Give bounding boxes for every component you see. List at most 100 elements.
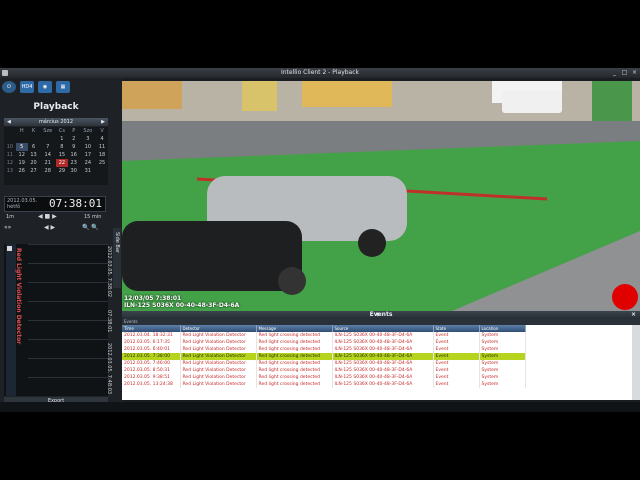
playback-title: Playback xyxy=(33,102,79,112)
detector-label: Red Light Violation Detector xyxy=(15,248,22,345)
grid-layout-icon[interactable]: ▦ xyxy=(56,81,70,93)
calendar-day[interactable]: 31 xyxy=(80,167,96,175)
speed-right[interactable]: 15 min xyxy=(84,214,101,220)
table-cell: System xyxy=(479,367,526,374)
prev-month-icon[interactable]: ◀ xyxy=(7,118,11,126)
calendar-day[interactable]: 3 xyxy=(80,135,96,143)
timeline-time-c: 2012.03.05. 7:48:03 xyxy=(106,343,112,395)
table-cell: Red Light Violation Detector xyxy=(180,374,257,381)
calendar-day[interactable]: 19 xyxy=(16,159,28,167)
events-header[interactable]: ▼ Events × xyxy=(122,311,640,319)
calendar-header: ◀ március 2012 ▶ xyxy=(4,118,108,126)
table-cell: Red light crossing detected xyxy=(256,381,333,388)
hd-button[interactable]: HD4 xyxy=(20,81,34,93)
calendar-day[interactable]: 17 xyxy=(80,151,96,159)
calendar-day[interactable]: 16 xyxy=(68,151,80,159)
speed-left[interactable]: 1m xyxy=(6,214,14,220)
rewind-icon[interactable]: «» xyxy=(4,224,11,231)
calendar-day[interactable]: 27 xyxy=(28,167,40,175)
calendar-day[interactable]: 5 xyxy=(15,143,28,151)
next-month-icon[interactable]: ▶ xyxy=(101,118,105,126)
calendar-day[interactable]: 22 xyxy=(55,159,68,167)
timeline-checks xyxy=(7,246,13,386)
calendar-day[interactable]: 11 xyxy=(96,143,108,151)
week-number xyxy=(4,135,16,143)
table-cell: Red light crossing detected xyxy=(256,346,333,353)
table-cell: Event xyxy=(433,339,480,346)
weekday-label: Sze xyxy=(43,128,53,134)
table-row[interactable]: 2012.03.05. 13:24:38 Red Light Violation … xyxy=(122,381,526,388)
power-icon[interactable]: ⏻ xyxy=(2,81,16,93)
calendar-day xyxy=(39,135,55,143)
column-header[interactable]: Detector xyxy=(180,325,257,332)
calendar-day[interactable]: 12 xyxy=(16,151,28,159)
column-header[interactable]: Message xyxy=(256,325,333,332)
table-cell: Event xyxy=(433,346,480,353)
table-cell: 2012.03.05. 7:38:00 xyxy=(122,353,181,360)
table-row[interactable]: 2012.03.05. 7:46:00 Red Light Violation D… xyxy=(122,360,526,367)
calendar-day[interactable]: 6 xyxy=(28,143,40,151)
table-cell: System xyxy=(479,360,526,367)
calendar-day[interactable]: 30 xyxy=(68,167,80,175)
calendar-day[interactable]: 25 xyxy=(96,159,108,167)
calendar-day[interactable]: 10 xyxy=(80,143,96,151)
table-row[interactable]: 2012.03.05. 8:50:31 Red Light Violation D… xyxy=(122,367,526,374)
calendar-day[interactable]: 15 xyxy=(56,151,68,159)
step-back-icon[interactable]: ◀ xyxy=(38,213,43,220)
calendar-day[interactable]: 18 xyxy=(96,151,108,159)
calendar-day[interactable]: 28 xyxy=(39,167,55,175)
column-header[interactable]: State xyxy=(433,325,480,332)
timeline[interactable]: Red Light Violation Detector xyxy=(4,244,108,396)
scrollbar[interactable] xyxy=(632,325,640,400)
calendar-day[interactable]: 4 xyxy=(96,135,108,143)
calendar-day[interactable]: 2 xyxy=(68,135,80,143)
calendar-day[interactable]: 1 xyxy=(56,135,68,143)
table-cell: ILN-125 S036X 00-40-48-3F-D4-6A xyxy=(332,346,434,353)
column-header[interactable]: Location xyxy=(479,325,526,332)
calendar-day xyxy=(96,167,108,175)
frame-controls[interactable]: ◀ ▶ xyxy=(44,224,55,231)
date-text: 2012.03.05. hétfő xyxy=(7,198,38,210)
table-cell: Event xyxy=(433,374,480,381)
close-icon[interactable]: × xyxy=(631,311,636,319)
close-button[interactable]: × xyxy=(630,69,639,76)
step-forward-icon[interactable]: ▶ xyxy=(52,213,57,220)
table-row[interactable]: 2012.03.05. 9:38:51 Red Light Violation D… xyxy=(122,374,526,381)
calendar-day[interactable]: 21 xyxy=(39,159,55,167)
calendar-day[interactable]: 7 xyxy=(39,143,55,151)
table-cell: 2012.03.05. 13:24:38 xyxy=(122,381,181,388)
table-cell: Red light crossing detected xyxy=(256,332,333,339)
eye-icon[interactable]: ◉ xyxy=(38,81,52,93)
channel-checkbox[interactable] xyxy=(7,246,12,251)
calendar-day[interactable]: 29 xyxy=(56,167,68,175)
calendar-day[interactable]: 24 xyxy=(80,159,96,167)
table-row[interactable]: 2012.03.05. 7:38:00 Red Light Violation D… xyxy=(122,353,526,360)
column-header[interactable]: Source xyxy=(332,325,434,332)
calendar-day[interactable]: 8 xyxy=(56,143,68,151)
minimize-button[interactable]: _ xyxy=(610,69,619,76)
calendar-day[interactable]: 9 xyxy=(68,143,80,151)
side-bar-toggle[interactable]: Side Bar xyxy=(113,228,121,288)
calendar-day[interactable]: 13 xyxy=(28,151,40,159)
calendar-day[interactable]: 20 xyxy=(28,159,40,167)
table-cell: ILN-125 S036X 00-40-48-3F-D4-6A xyxy=(332,367,434,374)
table-cell: 2012.03.05. 6:17:35 xyxy=(122,339,181,346)
calendar-day[interactable]: 14 xyxy=(39,151,55,159)
calendar-day[interactable]: 26 xyxy=(16,167,28,175)
collapse-icon[interactable]: ▼ xyxy=(376,311,380,319)
record-indicator-icon xyxy=(612,284,638,310)
column-header[interactable]: Time xyxy=(122,325,181,332)
table-row[interactable]: 2012.03.05. 6:40:01 Red Light Violation D… xyxy=(122,346,526,353)
table-row[interactable]: 2012.03.04. 18:32:31 Red Light Violation … xyxy=(122,332,526,339)
video-view[interactable]: 12/03/05 7:38:01 ILN-125 S036X 00-40-48-… xyxy=(122,81,640,311)
table-cell: 2012.03.04. 18:32:31 xyxy=(122,332,181,339)
table-row[interactable]: 2012.03.05. 6:17:35 Red Light Violation D… xyxy=(122,339,526,346)
stop-icon[interactable]: ■ xyxy=(45,213,51,220)
zoom-icons[interactable]: 🔍 🔍 xyxy=(82,224,99,231)
status-bar xyxy=(0,402,640,412)
table-cell: Red Light Violation Detector xyxy=(180,332,257,339)
calendar-day xyxy=(16,135,28,143)
table-cell: Event xyxy=(433,367,480,374)
maximize-button[interactable]: □ xyxy=(620,69,629,76)
calendar-day[interactable]: 23 xyxy=(68,159,80,167)
